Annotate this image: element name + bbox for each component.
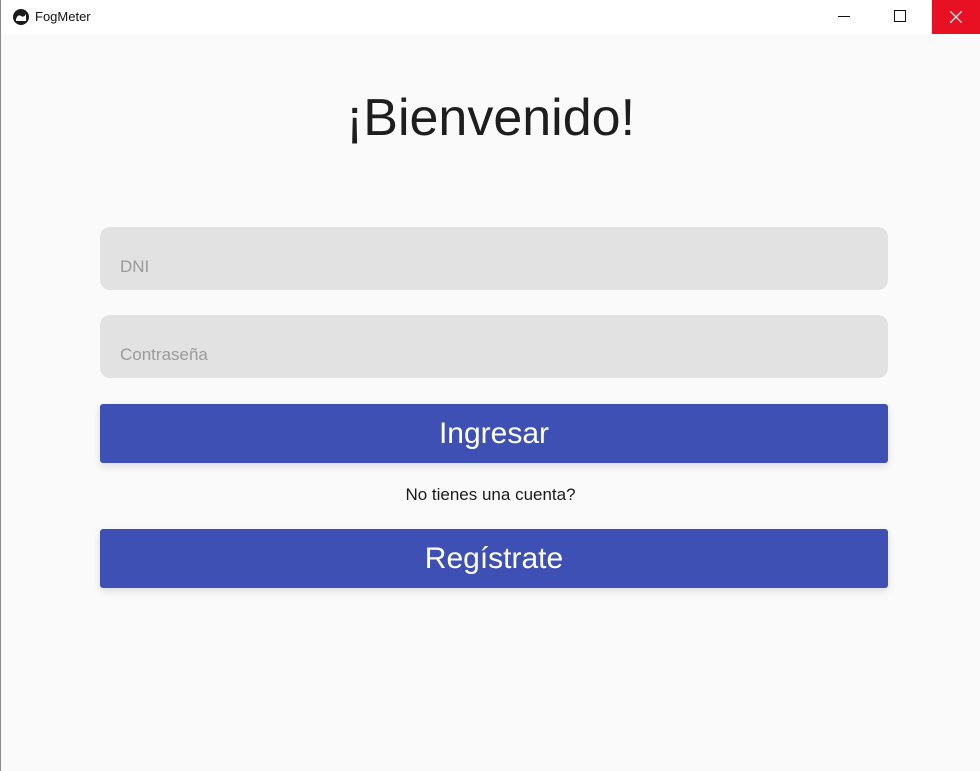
app-window: FogMeter ¡Bienvenido! DNI Contraseña Ing… — [0, 0, 980, 771]
window-title: FogMeter — [35, 9, 91, 24]
close-icon — [950, 11, 962, 23]
dni-placeholder: DNI — [120, 257, 150, 276]
password-field[interactable]: Contraseña — [100, 315, 888, 378]
dni-field[interactable]: DNI — [100, 227, 888, 290]
login-screen: ¡Bienvenido! DNI Contraseña Ingresar No … — [1, 34, 980, 771]
no-account-label: No tienes una cuenta? — [405, 485, 576, 504]
app-logo-icon — [13, 9, 29, 25]
register-button[interactable]: Regístrate — [100, 529, 888, 588]
login-button[interactable]: Ingresar — [100, 404, 888, 463]
maximize-button[interactable] — [877, 0, 923, 34]
maximize-icon — [894, 10, 906, 22]
close-button[interactable] — [932, 0, 980, 34]
minimize-icon — [838, 16, 850, 17]
page-title: ¡Bienvenido! — [345, 89, 636, 147]
password-placeholder: Contraseña — [120, 345, 208, 364]
title-bar[interactable]: FogMeter — [1, 0, 980, 34]
minimize-button[interactable] — [821, 0, 867, 34]
